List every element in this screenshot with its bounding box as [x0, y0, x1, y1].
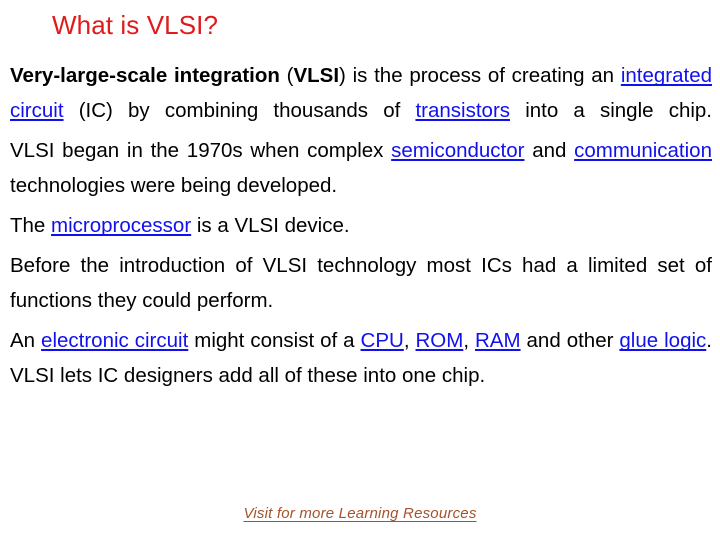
link-transistors[interactable]: transistors [415, 99, 510, 122]
paragraph-2-text-a: VLSI began in the 1970s when complex [10, 139, 392, 162]
paragraph-definition: Very-large-scale integration (VLSI) is t… [10, 58, 712, 128]
paragraph-2-text-b: and [524, 139, 575, 162]
link-cpu[interactable]: CPU [361, 329, 404, 352]
paragraph-4-text: Before the introduction of VLSI technolo… [10, 254, 712, 312]
paragraph-1-text-a: ) is the process of creating an [339, 64, 621, 87]
paragraph-1-text-b: (IC) by combining thousands of [63, 99, 416, 122]
paragraph-2-text-c: technologies were being developed. [10, 174, 338, 197]
paragraph-5-text-a: An [10, 329, 42, 352]
term-vlsi-full: Very-large-scale integration [10, 64, 280, 87]
link-semiconductor[interactable]: semiconductor [391, 139, 524, 162]
paragraph-3-text-a: The [10, 214, 52, 237]
learning-resources-link[interactable]: Visit for more Learning Resources [243, 505, 476, 522]
paragraph-5-sep-1: , [403, 329, 416, 352]
paragraph-5-text-b: might consist of a [188, 329, 361, 352]
page-title: What is VLSI? [52, 10, 219, 40]
term-vlsi-acronym: VLSI [293, 64, 340, 87]
link-communication[interactable]: communication [574, 139, 712, 162]
paragraph-microprocessor: The microprocessor is a VLSI device. [10, 208, 712, 243]
paragraph-before-vlsi: Before the introduction of VLSI technolo… [10, 248, 712, 318]
paragraph-5-text-c: and other [520, 329, 620, 352]
slide-canvas: What is VLSI? Very-large-scale integrati… [0, 0, 720, 540]
paragraph-1-text-c: into a single chip. [510, 99, 712, 122]
footer: Visit for more Learning Resources [0, 505, 720, 523]
link-rom[interactable]: ROM [416, 329, 464, 352]
link-ram[interactable]: RAM [475, 329, 521, 352]
paragraph-3-text-b: is a VLSI device. [191, 214, 350, 237]
slide-body: Very-large-scale integration (VLSI) is t… [10, 58, 712, 393]
paragraph-5-sep-2: , [463, 329, 475, 352]
link-microprocessor[interactable]: microprocessor [51, 214, 191, 237]
link-electronic-circuit[interactable]: electronic circuit [41, 329, 188, 352]
paragraph-1-open-paren: ( [279, 64, 294, 87]
link-glue-logic[interactable]: glue logic [619, 329, 706, 352]
paragraph-components: An electronic circuit might consist of a… [10, 323, 712, 393]
paragraph-history: VLSI began in the 1970s when complex sem… [10, 133, 712, 203]
